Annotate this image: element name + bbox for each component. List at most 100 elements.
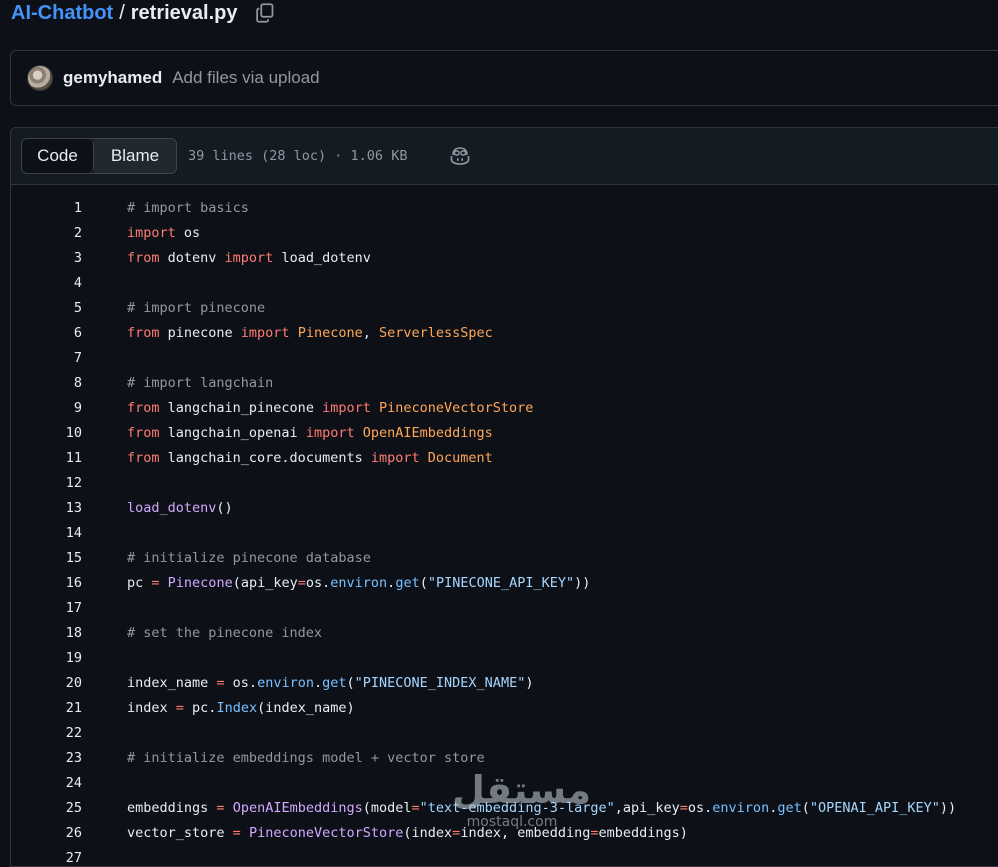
code-line: 16 pc = Pinecone(api_key=os.environ.get("… bbox=[11, 571, 998, 596]
code-token: os. bbox=[305, 575, 331, 591]
copilot-button[interactable] bbox=[449, 145, 471, 167]
copilot-icon bbox=[451, 147, 470, 165]
code-blame-toggle: Code Blame bbox=[21, 138, 177, 174]
code-token: from bbox=[127, 325, 160, 341]
code-token: import bbox=[240, 325, 290, 341]
code-token: OpenAIEmbeddings bbox=[362, 425, 493, 441]
code-token: = bbox=[679, 800, 688, 816]
code-token: . bbox=[313, 675, 323, 691]
line-number[interactable]: 23 bbox=[11, 746, 82, 771]
line-content: vector_store = PineconeVectorStore(index… bbox=[127, 821, 688, 846]
code-token: = bbox=[175, 700, 184, 716]
code-line: 17 bbox=[11, 596, 998, 621]
code-token: load_dotenv bbox=[273, 250, 371, 266]
line-number[interactable]: 17 bbox=[11, 596, 82, 621]
line-number[interactable]: 9 bbox=[11, 396, 82, 421]
code-line: 21 index = pc.Index(index_name) bbox=[11, 696, 998, 721]
breadcrumb: AI-Chatbot / retrieval.py bbox=[11, 0, 276, 26]
code-token: PineconeVectorStore bbox=[248, 825, 404, 841]
code-token: = bbox=[216, 675, 225, 691]
line-content: # import pinecone bbox=[127, 296, 265, 321]
line-number[interactable]: 19 bbox=[11, 646, 82, 671]
line-number[interactable]: 8 bbox=[11, 371, 82, 396]
line-number[interactable]: 11 bbox=[11, 446, 82, 471]
commit-author[interactable]: gemyhamed bbox=[63, 68, 162, 88]
copy-icon bbox=[255, 3, 273, 23]
line-content: from langchain_openai import OpenAIEmbed… bbox=[127, 421, 493, 446]
code-token: (model bbox=[362, 800, 412, 816]
code-line: 27 bbox=[11, 846, 998, 866]
line-number[interactable]: 16 bbox=[11, 571, 82, 596]
code-token: = bbox=[216, 800, 225, 816]
code-token: # initialize pinecone database bbox=[127, 550, 371, 566]
code-line: 7 bbox=[11, 346, 998, 371]
commit-message[interactable]: Add files via upload bbox=[172, 68, 319, 88]
avatar[interactable] bbox=[27, 65, 53, 91]
copy-path-button[interactable] bbox=[254, 2, 276, 24]
line-number[interactable]: 15 bbox=[11, 546, 82, 571]
line-number[interactable]: 18 bbox=[11, 621, 82, 646]
line-content: pc = Pinecone(api_key=os.environ.get("PI… bbox=[127, 571, 590, 596]
line-number[interactable]: 3 bbox=[11, 246, 82, 271]
line-number[interactable]: 14 bbox=[11, 521, 82, 546]
line-content: from langchain_core.documents import Doc… bbox=[127, 446, 493, 471]
code-token: index bbox=[127, 700, 176, 716]
code-token: "OPENAI_API_KEY" bbox=[809, 800, 940, 816]
code-token: dotenv bbox=[159, 250, 225, 266]
line-number[interactable]: 2 bbox=[11, 221, 82, 246]
code-token: embeddings) bbox=[598, 825, 688, 841]
code-token: = bbox=[590, 825, 599, 841]
tab-blame[interactable]: Blame bbox=[94, 139, 176, 173]
line-number[interactable]: 7 bbox=[11, 346, 82, 371]
code-token: ( bbox=[801, 800, 810, 816]
line-number[interactable]: 22 bbox=[11, 721, 82, 746]
line-number[interactable]: 13 bbox=[11, 496, 82, 521]
tab-code[interactable]: Code bbox=[22, 139, 94, 173]
code-token: PineconeVectorStore bbox=[379, 400, 534, 416]
line-number[interactable]: 12 bbox=[11, 471, 82, 496]
line-number[interactable]: 6 bbox=[11, 321, 82, 346]
line-number[interactable]: 26 bbox=[11, 821, 82, 846]
code-line: 24 bbox=[11, 771, 998, 796]
code-token: ServerlessSpec bbox=[379, 325, 493, 341]
code-token: )) bbox=[574, 575, 591, 591]
line-content: # set the pinecone index bbox=[127, 621, 322, 646]
code-line: 6 from pinecone import Pinecone, Serverle… bbox=[11, 321, 998, 346]
file-viewer: Code Blame 39 lines (28 loc) · 1.06 KB 1… bbox=[10, 127, 998, 867]
code-token: import bbox=[224, 250, 274, 266]
code-token: = bbox=[232, 825, 241, 841]
line-content: index = pc.Index(index_name) bbox=[127, 696, 355, 721]
line-number[interactable]: 10 bbox=[11, 421, 82, 446]
code-token: , bbox=[362, 325, 380, 341]
code-token: environ bbox=[712, 800, 770, 816]
code-token: "text-embedding-3-large" bbox=[419, 800, 615, 816]
code-line: 9 from langchain_pinecone import Pinecone… bbox=[11, 396, 998, 421]
line-number[interactable]: 5 bbox=[11, 296, 82, 321]
line-content: from pinecone import Pinecone, Serverles… bbox=[127, 321, 493, 346]
breadcrumb-repo-link[interactable]: AI-Chatbot bbox=[11, 2, 113, 25]
line-number[interactable]: 20 bbox=[11, 671, 82, 696]
line-content: embeddings = OpenAIEmbeddings(model="tex… bbox=[127, 796, 956, 821]
line-number[interactable]: 1 bbox=[11, 196, 82, 221]
line-number[interactable]: 25 bbox=[11, 796, 82, 821]
line-number[interactable]: 27 bbox=[11, 846, 82, 866]
line-number[interactable]: 21 bbox=[11, 696, 82, 721]
code-token: langchain_pinecone bbox=[159, 400, 323, 416]
code-line: 1 # import basics bbox=[11, 196, 998, 221]
line-number[interactable]: 24 bbox=[11, 771, 82, 796]
code-token: (index_name) bbox=[257, 700, 355, 716]
code-token: import bbox=[305, 425, 355, 441]
code-token: os bbox=[175, 225, 201, 241]
code-token: from bbox=[127, 425, 160, 441]
code-token: () bbox=[216, 500, 233, 516]
line-number[interactable]: 4 bbox=[11, 271, 82, 296]
code-view: 1 # import basics 2 import os 3 from dotenv i… bbox=[11, 196, 998, 866]
code-line: 13 load_dotenv() bbox=[11, 496, 998, 521]
code-token: environ bbox=[257, 675, 314, 691]
code-token: pc bbox=[127, 575, 152, 591]
